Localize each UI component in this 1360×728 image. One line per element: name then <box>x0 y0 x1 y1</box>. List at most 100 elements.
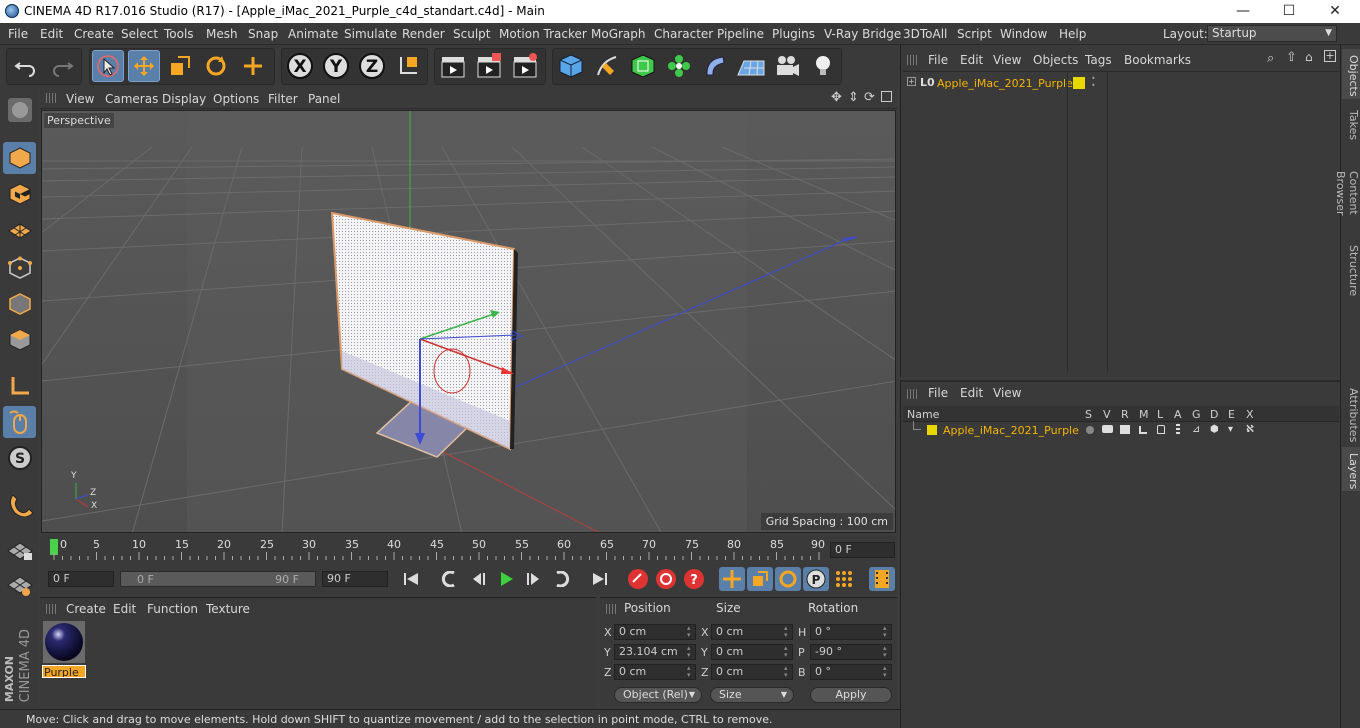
tab-layers[interactable]: Layers <box>1342 447 1360 491</box>
camera-button[interactable] <box>771 50 803 82</box>
size-x-field[interactable]: 0 cm <box>711 624 793 640</box>
key-pla-button[interactable] <box>831 567 857 591</box>
col-r[interactable]: R <box>1121 408 1129 421</box>
rotation-h-field[interactable]: 0 ° <box>810 624 892 640</box>
coordinate-mode-dropdown[interactable]: Object (Rel) ▼ <box>614 687 702 703</box>
layers-menu-edit[interactable]: Edit <box>960 386 983 400</box>
layers-menu-view[interactable]: View <box>993 386 1021 400</box>
object-name[interactable]: Apple_iMac_2021_Purple <box>937 77 1073 90</box>
col-d[interactable]: D <box>1210 408 1218 421</box>
workplane-snap-button[interactable] <box>3 570 36 602</box>
apply-button[interactable]: Apply <box>810 687 892 703</box>
axis-mode-button[interactable] <box>3 370 36 402</box>
col-g[interactable]: G <box>1192 408 1201 421</box>
end-frame-field[interactable]: 90 F <box>322 571 388 587</box>
subdivision-button[interactable] <box>627 50 659 82</box>
col-v[interactable]: V <box>1103 408 1111 421</box>
snap-button[interactable] <box>3 488 36 520</box>
objects-menu-edit[interactable]: Edit <box>960 53 983 67</box>
next-frame-button[interactable] <box>521 567 547 591</box>
viewport-menu-options[interactable]: Options <box>213 92 259 106</box>
generator-icon[interactable]: ⊿ <box>1192 424 1200 435</box>
menu-vray-bridge[interactable]: V-Ray Bridge <box>824 27 901 41</box>
y-axis-button[interactable]: Y <box>320 50 352 82</box>
material-menu-function[interactable]: Function <box>147 602 198 616</box>
keyframe-selection-button[interactable]: ? <box>681 567 707 591</box>
scale-tool-button[interactable] <box>164 50 196 82</box>
workplane-lock-button[interactable] <box>3 534 36 566</box>
layer-color-swatch[interactable] <box>1073 77 1085 89</box>
menu-mograph[interactable]: MoGraph <box>591 27 646 41</box>
menu-plugins[interactable]: Plugins <box>772 27 815 41</box>
position-y-field[interactable]: 23.104 cm <box>614 644 696 660</box>
menu-window[interactable]: Window <box>1000 27 1047 41</box>
next-key-button[interactable] <box>549 567 575 591</box>
col-s[interactable]: S <box>1085 408 1092 421</box>
redo-button[interactable] <box>46 50 78 82</box>
pen-spline-button[interactable] <box>591 50 623 82</box>
workplane-mode-button[interactable] <box>3 214 36 246</box>
polygons-mode-button[interactable] <box>3 324 36 356</box>
z-axis-button[interactable]: Z <box>356 50 388 82</box>
coordinate-system-button[interactable] <box>392 50 424 82</box>
viewport-rotate-icon[interactable]: ⟳ <box>864 90 875 105</box>
tab-attributes[interactable]: Attributes <box>1342 383 1360 443</box>
col-l[interactable]: L <box>1157 408 1163 421</box>
prev-frame-button[interactable] <box>465 567 491 591</box>
points-mode-button[interactable] <box>3 252 36 284</box>
play-button[interactable] <box>493 567 519 591</box>
menu-3dtoall[interactable]: 3DToAll <box>903 27 947 41</box>
position-x-field[interactable]: 0 cm <box>614 624 696 640</box>
go-to-start-button[interactable] <box>398 567 424 591</box>
x-axis-button[interactable]: X <box>284 50 316 82</box>
maximize-button[interactable]: ☐ <box>1266 0 1312 23</box>
menu-script[interactable]: Script <box>957 27 992 41</box>
viewport-menu-cameras[interactable]: Cameras <box>105 92 158 106</box>
expressions-icon[interactable]: ▾ <box>1228 424 1233 435</box>
menu-snap[interactable]: Snap <box>248 27 278 41</box>
current-frame-field[interactable]: 0 F <box>830 542 895 558</box>
viewport-menu-display[interactable]: Display <box>162 92 206 106</box>
menu-motion-tracker[interactable]: Motion Tracker <box>499 27 587 41</box>
tab-objects[interactable]: Objects <box>1342 49 1360 99</box>
prev-key-button[interactable] <box>436 567 462 591</box>
material-swatch[interactable]: Purple_i <box>42 620 86 678</box>
viewport-menu-filter[interactable]: Filter <box>268 92 298 106</box>
menu-simulate[interactable]: Simulate <box>344 27 397 41</box>
cube-button[interactable] <box>555 50 587 82</box>
object-row[interactable]: + L0 Apple_iMac_2021_Purple • • <box>903 72 1339 372</box>
tweak-mode-button[interactable] <box>3 406 36 438</box>
material-menu-edit[interactable]: Edit <box>113 602 136 616</box>
eye-icon[interactable] <box>1102 425 1113 433</box>
objects-menu-objects[interactable]: Objects <box>1033 53 1078 67</box>
frame-range-slider[interactable]: 0 F 90 F <box>120 571 316 587</box>
menu-edit[interactable]: Edit <box>40 27 63 41</box>
timeline-button[interactable] <box>869 567 895 591</box>
render-settings-button[interactable] <box>509 50 541 82</box>
floor-button[interactable] <box>735 50 767 82</box>
texture-mode-button[interactable] <box>3 178 36 210</box>
viewport-maximize-icon[interactable] <box>881 91 892 102</box>
layers-menu-file[interactable]: File <box>928 386 948 400</box>
edges-mode-button[interactable] <box>3 288 36 320</box>
timeline-ruler[interactable]: 0 5 10 15 20 25 30 35 40 45 50 55 60 65 … <box>40 535 897 562</box>
solo-button[interactable]: S <box>3 442 36 474</box>
position-z-field[interactable]: 0 cm <box>614 664 696 680</box>
objects-menu-tags[interactable]: Tags <box>1085 53 1112 67</box>
render-picture-viewer-button[interactable] <box>473 50 505 82</box>
start-frame-field[interactable]: 0 F <box>48 571 114 587</box>
key-position-button[interactable] <box>719 567 745 591</box>
viewport-zoom-icon[interactable]: ⇕ <box>848 90 859 105</box>
menu-render[interactable]: Render <box>402 27 445 41</box>
size-y-field[interactable]: 0 cm <box>711 644 793 660</box>
viewport-menu-view[interactable]: View <box>66 92 94 106</box>
lock-icon[interactable] <box>1157 425 1165 434</box>
home-icon[interactable]: ⌂ <box>1305 50 1313 64</box>
layout-dropdown[interactable]: Startup ▼ <box>1207 25 1337 42</box>
rotation-p-field[interactable]: -90 ° <box>810 644 892 660</box>
xref-icon[interactable]: ℵ <box>1246 424 1254 435</box>
move-tool-button[interactable] <box>128 50 160 82</box>
material-menu-texture[interactable]: Texture <box>206 602 250 616</box>
material-menu-create[interactable]: Create <box>66 602 106 616</box>
animation-icon[interactable] <box>1176 424 1180 436</box>
